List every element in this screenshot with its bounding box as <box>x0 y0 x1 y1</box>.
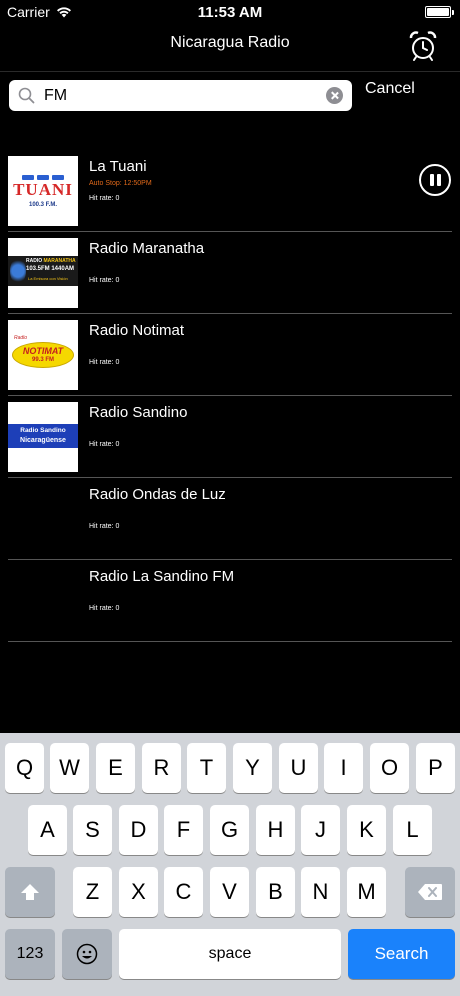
logo-text: RADIO MARANATHA <box>26 258 76 264</box>
hit-rate-label: Hit rate: 0 <box>89 277 120 284</box>
auto-stop-label: Auto Stop: 12:50PM <box>89 180 152 187</box>
logo-subtext: 100.3 F.M. <box>28 202 57 208</box>
status-bar: Carrier 11:53 AM <box>0 0 460 24</box>
key-v[interactable]: V <box>210 867 249 917</box>
pause-button[interactable] <box>419 164 451 196</box>
station-name: Radio Maranatha <box>89 240 205 257</box>
alarm-clock-icon[interactable] <box>408 30 438 62</box>
key-u[interactable]: U <box>279 743 318 793</box>
key-b[interactable]: B <box>256 867 295 917</box>
search-icon <box>18 87 35 104</box>
logo-tagline: La Emisora con Visión <box>28 276 68 281</box>
clear-search-icon[interactable] <box>326 87 343 104</box>
keyboard: Q W E R T Y U I O P A S D F G H J K L Z … <box>0 733 460 996</box>
search-box[interactable] <box>9 80 352 111</box>
key-f[interactable]: F <box>164 805 203 855</box>
logo-text: TUANI <box>13 180 73 199</box>
logo-subtext: 103.5FM 1440AM <box>26 266 75 272</box>
station-name: Radio La Sandino FM <box>89 568 235 585</box>
station-row[interactable]: Radio Sandino Nicaragüense Radio Sandino… <box>8 396 452 478</box>
key-o[interactable]: O <box>370 743 409 793</box>
key-q[interactable]: Q <box>5 743 44 793</box>
delete-icon <box>418 884 442 900</box>
emoji-icon <box>76 943 98 965</box>
station-row[interactable]: TUANI 100.3 F.M. La Tuani Auto Stop: 12:… <box>8 150 452 232</box>
globe-icon <box>10 258 26 284</box>
station-logo <box>8 566 78 636</box>
station-row[interactable]: Radio La Sandino FM Hit rate: 0 <box>8 560 452 642</box>
station-row[interactable]: RADIO MARANATHA 103.5FM 1440AM La Emisor… <box>8 232 452 314</box>
key-k[interactable]: K <box>347 805 386 855</box>
key-n[interactable]: N <box>301 867 340 917</box>
station-logo: TUANI 100.3 F.M. <box>8 156 78 226</box>
page-title: Nicaragua Radio <box>170 34 290 51</box>
station-logo: Radio Sandino Nicaragüense <box>8 402 78 472</box>
numbers-key[interactable]: 123 <box>5 929 55 979</box>
hit-rate-label: Hit rate: 0 <box>89 359 120 366</box>
key-t[interactable]: T <box>187 743 226 793</box>
key-w[interactable]: W <box>50 743 89 793</box>
status-time: 11:53 AM <box>197 4 263 21</box>
key-p[interactable]: P <box>416 743 455 793</box>
hit-rate-label: Hit rate: 0 <box>89 195 120 202</box>
station-logo <box>8 484 78 554</box>
space-key[interactable]: space <box>119 929 341 979</box>
key-e[interactable]: E <box>96 743 135 793</box>
nav-bar: Nicaragua Radio <box>0 24 460 72</box>
station-logo: RADIO MARANATHA 103.5FM 1440AM La Emisor… <box>8 238 78 308</box>
station-logo: Radio NOTIMAT 99.3 FM <box>8 320 78 390</box>
station-list: TUANI 100.3 F.M. La Tuani Auto Stop: 12:… <box>8 150 452 642</box>
logo-subtext: 99.3 FM <box>31 357 54 363</box>
search-row: Cancel <box>0 80 460 112</box>
hit-rate-label: Hit rate: 0 <box>89 523 120 530</box>
key-h[interactable]: H <box>256 805 295 855</box>
delete-key[interactable] <box>405 867 455 917</box>
key-g[interactable]: G <box>210 805 249 855</box>
logo-text: Radio Sandino <box>20 427 66 434</box>
key-a[interactable]: A <box>28 805 67 855</box>
key-y[interactable]: Y <box>233 743 272 793</box>
shift-icon <box>21 884 39 900</box>
key-j[interactable]: J <box>301 805 340 855</box>
hit-rate-label: Hit rate: 0 <box>89 605 120 612</box>
station-row[interactable]: Radio NOTIMAT 99.3 FM Radio Notimat Hit … <box>8 314 452 396</box>
cancel-button[interactable]: Cancel <box>365 80 415 98</box>
station-name: La Tuani <box>89 158 147 175</box>
key-x[interactable]: X <box>119 867 158 917</box>
key-z[interactable]: Z <box>73 867 112 917</box>
key-r[interactable]: R <box>142 743 181 793</box>
emoji-key[interactable] <box>62 929 112 979</box>
logo-subtext: Nicaragüense <box>20 437 66 444</box>
station-row[interactable]: Radio Ondas de Luz Hit rate: 0 <box>8 478 452 560</box>
station-name: Radio Sandino <box>89 404 188 421</box>
logo-pretext: Radio <box>14 335 28 341</box>
logo-text: NOTIMAT <box>22 346 64 356</box>
key-m[interactable]: M <box>347 867 386 917</box>
key-c[interactable]: C <box>164 867 203 917</box>
hit-rate-label: Hit rate: 0 <box>89 441 120 448</box>
key-d[interactable]: D <box>119 805 158 855</box>
search-input[interactable] <box>44 83 324 108</box>
key-i[interactable]: I <box>324 743 363 793</box>
station-name: Radio Ondas de Luz <box>89 486 226 503</box>
battery-icon <box>425 6 454 18</box>
key-s[interactable]: S <box>73 805 112 855</box>
key-l[interactable]: L <box>393 805 432 855</box>
shift-key[interactable] <box>5 867 55 917</box>
station-name: Radio Notimat <box>89 322 185 339</box>
search-key[interactable]: Search <box>348 929 455 979</box>
